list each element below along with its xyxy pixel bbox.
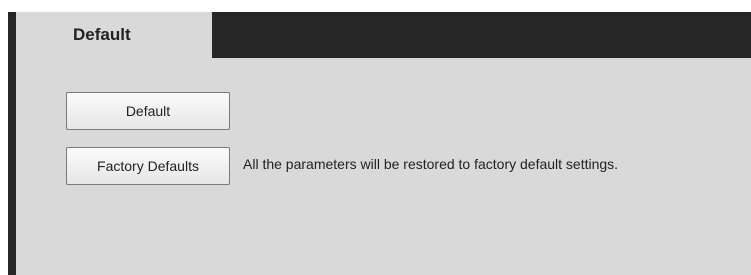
tab-default[interactable]: Default [16, 12, 212, 58]
tab-default-label: Default [73, 25, 131, 44]
factory-defaults-button[interactable]: Factory Defaults [66, 147, 230, 185]
default-panel: Default Factory Defaults All the paramet… [16, 58, 751, 275]
factory-defaults-description: All the parameters will be restored to f… [243, 156, 619, 172]
default-button[interactable]: Default [66, 92, 230, 130]
top-strip [0, 0, 751, 12]
settings-frame: Default Default Factory Defaults All the… [8, 12, 751, 275]
